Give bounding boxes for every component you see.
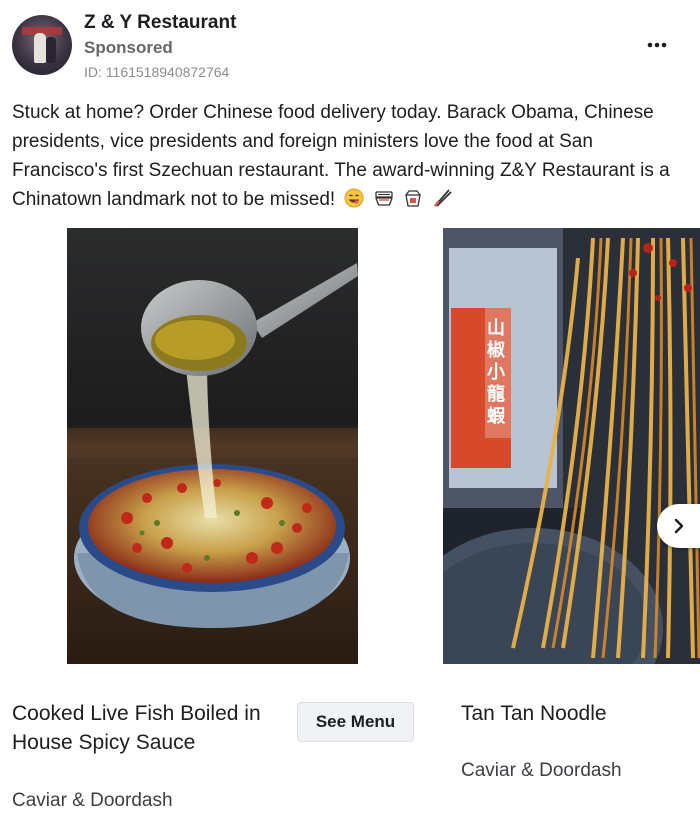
post-body: Stuck at home? Order Chinese food delive… xyxy=(12,98,692,214)
ad-id: ID: 1161518940872764 xyxy=(84,64,230,80)
more-horizontal-icon xyxy=(647,42,667,48)
card-image-noodle[interactable]: 山椒小龍蝦 xyxy=(443,228,700,664)
card-image-fish[interactable] xyxy=(67,228,358,664)
page-name-link[interactable]: Z & Y Restaurant xyxy=(84,12,236,34)
card-title[interactable]: Cooked Live Fish Boiled in House Spicy S… xyxy=(12,699,282,757)
noodle-sign-text: 山椒小龍蝦 xyxy=(487,318,505,427)
page-avatar[interactable] xyxy=(12,15,72,75)
card-subtitle: Caviar & Doordash xyxy=(12,790,173,811)
chopsticks-icon xyxy=(434,189,452,207)
card-title[interactable]: Tan Tan Noodle xyxy=(461,699,691,728)
avatar-person xyxy=(46,37,56,63)
post-header: Z & Y Restaurant Sponsored ID: 116151894… xyxy=(0,0,700,92)
more-options-button[interactable] xyxy=(640,30,674,60)
takeout-box-icon xyxy=(405,190,421,207)
yum-face-icon xyxy=(344,188,364,208)
noodle-photo xyxy=(443,228,700,664)
post-body-text: Stuck at home? Order Chinese food delive… xyxy=(12,102,670,210)
fish-dish-photo xyxy=(67,228,358,664)
see-menu-button[interactable]: See Menu xyxy=(297,702,414,742)
sponsored-label[interactable]: Sponsored xyxy=(84,38,173,58)
noodle-bowl-icon xyxy=(374,191,393,206)
carousel-next-button[interactable] xyxy=(657,504,700,548)
avatar-person xyxy=(34,33,46,63)
chevron-right-icon xyxy=(674,518,684,534)
card-subtitle: Caviar & Doordash xyxy=(461,760,622,781)
